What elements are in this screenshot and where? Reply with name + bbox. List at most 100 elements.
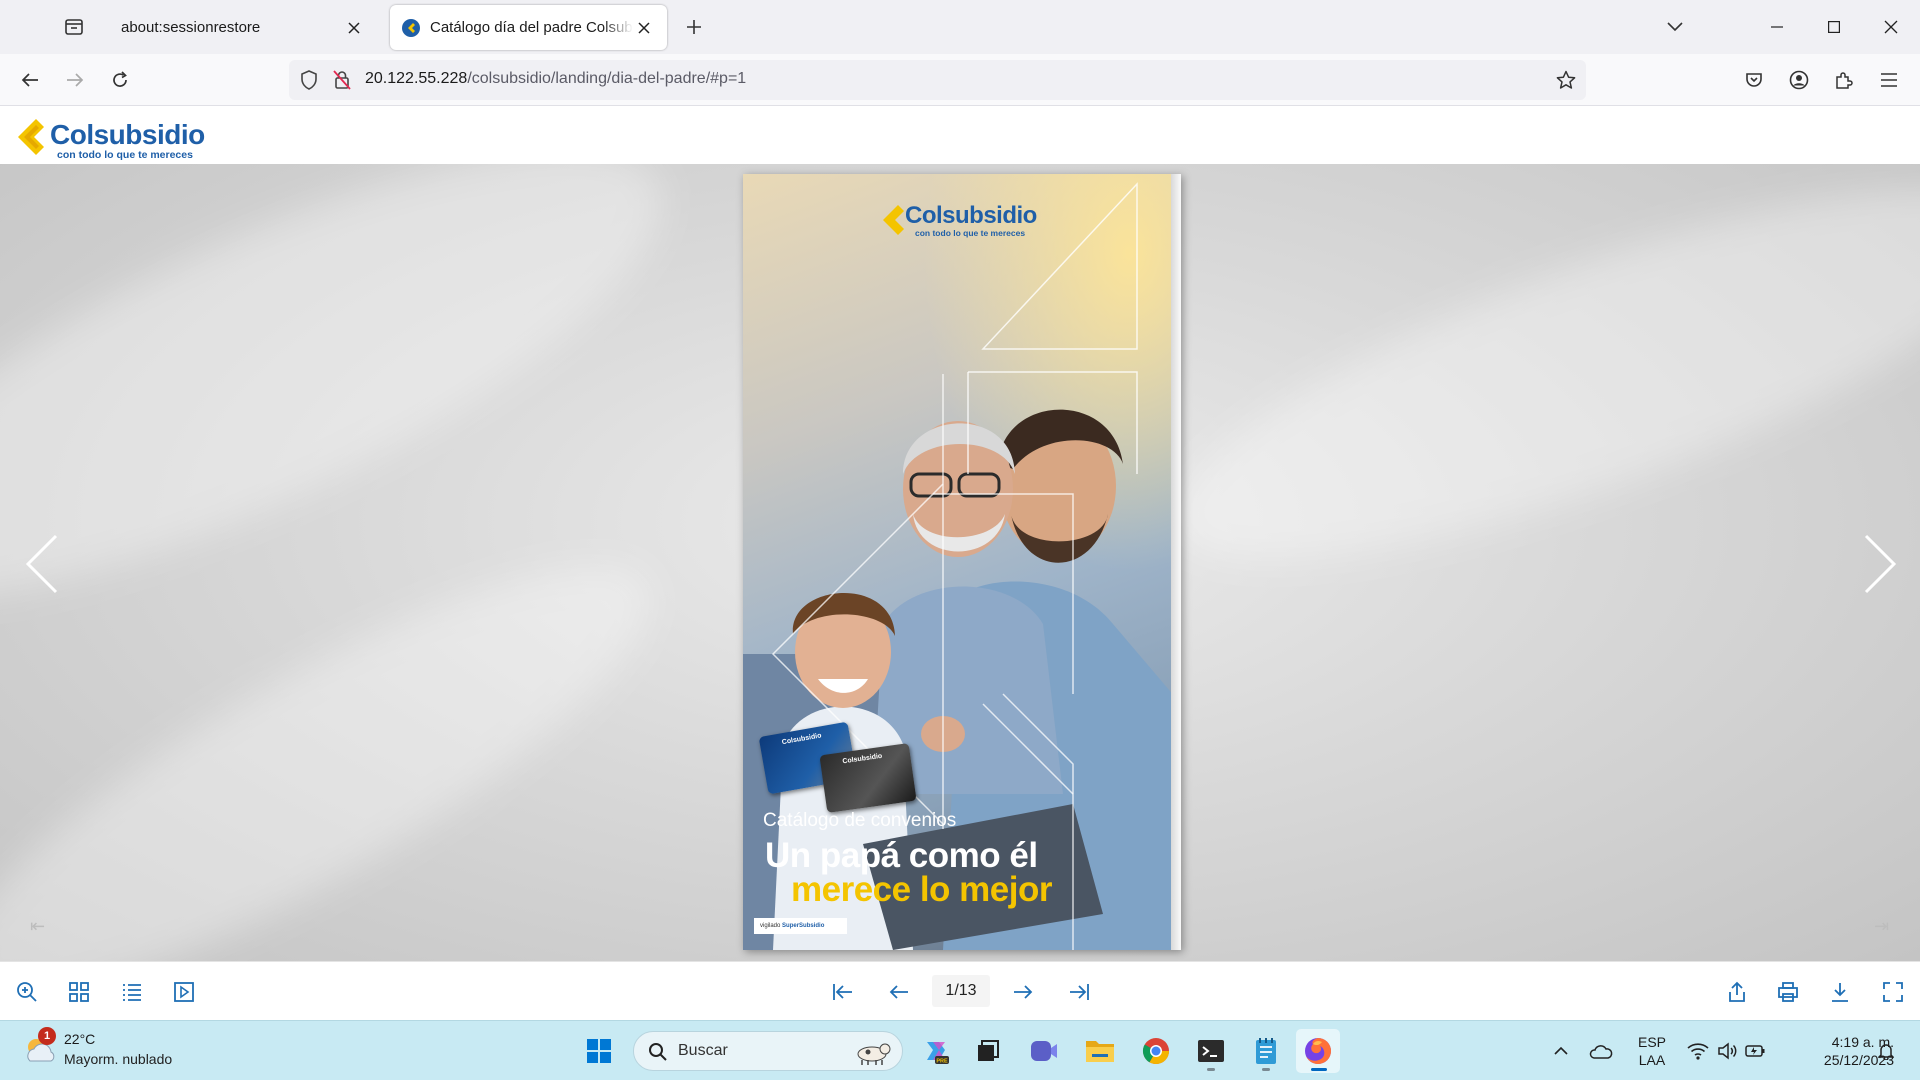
logo-tagline: con todo lo que te mereces	[57, 149, 193, 161]
next-page-button[interactable]	[1006, 975, 1040, 1009]
maximize-button[interactable]	[1806, 0, 1862, 54]
share-icon	[1729, 981, 1745, 1002]
keyboard-layout: LAA	[1638, 1052, 1666, 1068]
card-brand: Colsubsidio	[781, 732, 823, 747]
minimize-icon	[1771, 26, 1783, 28]
membership-cards: Colsubsidio Colsubsidio	[758, 721, 917, 819]
quick-settings-button[interactable]	[1684, 1021, 1768, 1081]
colsubsidio-logo-mark-icon	[18, 119, 44, 155]
plus-icon	[687, 20, 701, 34]
search-highlight-cow-icon	[857, 1043, 891, 1065]
notifications-button[interactable]	[1872, 1021, 1900, 1081]
account-button[interactable]	[1783, 64, 1815, 96]
shield-icon	[301, 70, 317, 90]
language-code: ESP	[1637, 1034, 1666, 1050]
notepad-icon	[1256, 1038, 1276, 1064]
menu-button[interactable]	[1873, 64, 1905, 96]
running-indicator	[1262, 1068, 1270, 1071]
next-page-arrow-icon[interactable]	[1860, 532, 1900, 596]
insecure-lock-icon[interactable]	[333, 70, 351, 90]
weather-alert-badge: 1	[38, 1027, 56, 1045]
url-bar[interactable]: 20.122.55.228/colsubsidio/landing/dia-de…	[289, 60, 1586, 100]
running-indicator	[1311, 1068, 1327, 1071]
tab-catalogo[interactable]: Catálogo día del padre Colsubsidio	[390, 5, 667, 50]
copilot-pre-app[interactable]: PRE	[914, 1029, 958, 1073]
autoplay-button[interactable]	[167, 975, 201, 1009]
volume-icon	[1718, 1042, 1737, 1060]
video-chat-icon	[1031, 1041, 1057, 1061]
tab-close-button[interactable]	[633, 17, 655, 39]
print-button[interactable]	[1771, 975, 1805, 1009]
close-icon	[638, 21, 650, 34]
terminal-app[interactable]	[1189, 1029, 1233, 1073]
input-language-indicator[interactable]: ESP LAA	[1630, 1033, 1674, 1069]
arrow-left-icon	[21, 73, 38, 87]
start-button[interactable]	[577, 1029, 621, 1073]
fullscreen-icon	[1883, 982, 1903, 1002]
notepad-app[interactable]	[1244, 1029, 1288, 1073]
previous-page-arrow-icon[interactable]	[22, 532, 62, 596]
task-view-app[interactable]	[966, 1029, 1010, 1073]
colsubsidio-logo[interactable]: Colsubsidio con todo lo que te mereces	[14, 115, 234, 161]
minimize-button[interactable]	[1749, 0, 1805, 54]
supersubsidio-vigilado-badge: vigilado SuperSubsidio	[754, 918, 847, 934]
catalog-subtitle: Catálogo de convenios	[763, 810, 957, 831]
weather-widget[interactable]: 1 22°C Mayorm. nublado	[22, 1027, 202, 1073]
teams-meet-app[interactable]	[1022, 1029, 1066, 1073]
page-edge	[1171, 174, 1181, 950]
list-all-tabs-button[interactable]	[1647, 0, 1703, 54]
chrome-app[interactable]	[1134, 1029, 1178, 1073]
forward-button[interactable]	[59, 64, 91, 96]
grid-icon	[69, 982, 89, 1002]
share-button[interactable]	[1720, 975, 1754, 1009]
table-of-contents-button[interactable]	[115, 975, 149, 1009]
tab-session-restore[interactable]: about:sessionrestore	[107, 5, 377, 50]
flipbook-viewer: ⇤ ⇥ Colsubsidio con todo lo que te merec…	[0, 164, 1920, 961]
bookmark-star-icon[interactable]	[1556, 70, 1576, 90]
cloud-icon	[1589, 1045, 1613, 1059]
file-explorer-app[interactable]	[1078, 1029, 1122, 1073]
zoom-in-icon	[17, 982, 37, 1002]
last-page-edge-icon[interactable]: ⇥	[1874, 916, 1889, 937]
page-indicator[interactable]: 1/13	[932, 975, 990, 1007]
close-window-button[interactable]	[1863, 0, 1919, 54]
zoom-in-button[interactable]	[10, 975, 44, 1009]
vigilado-brand: SuperSubsidio	[782, 923, 825, 929]
account-icon	[1789, 70, 1809, 90]
pocket-button[interactable]	[1738, 64, 1770, 96]
download-icon	[1832, 983, 1848, 1002]
close-icon	[1884, 20, 1898, 34]
first-page-button[interactable]	[826, 975, 860, 1009]
fullscreen-button[interactable]	[1876, 975, 1910, 1009]
last-page-button[interactable]	[1062, 975, 1096, 1009]
arrow-right-icon	[67, 73, 84, 87]
tab-title: Catálogo día del padre Colsubsidio	[430, 19, 633, 36]
thumbnails-button[interactable]	[62, 975, 96, 1009]
new-tab-button[interactable]	[680, 13, 708, 41]
first-page-edge-icon[interactable]: ⇤	[30, 916, 45, 937]
back-button[interactable]	[14, 64, 46, 96]
show-hidden-icons-button[interactable]	[1550, 1021, 1572, 1081]
download-button[interactable]	[1823, 975, 1857, 1009]
tab-close-button[interactable]	[343, 17, 365, 39]
firefox-app[interactable]	[1296, 1029, 1340, 1073]
catalog-page[interactable]: Colsubsidio con todo lo que te mereces C…	[743, 174, 1181, 950]
tab-list-icon	[65, 19, 83, 35]
taskbar-search[interactable]: Buscar	[633, 1031, 903, 1071]
url-host: 20.122.55.228	[365, 70, 468, 87]
card-brand: Colsubsidio	[842, 752, 883, 766]
tab-list-button[interactable]	[56, 11, 92, 43]
arrow-left-icon	[889, 985, 908, 999]
last-page-icon	[1070, 984, 1089, 1000]
catalog-logo-name: Colsubsidio	[905, 202, 1037, 229]
wifi-icon	[1687, 1043, 1709, 1060]
extensions-button[interactable]	[1828, 64, 1860, 96]
reload-icon	[113, 71, 127, 87]
reload-button[interactable]	[104, 64, 136, 96]
previous-page-button[interactable]	[882, 975, 916, 1009]
onedrive-tray-button[interactable]	[1588, 1021, 1614, 1081]
url-text[interactable]: 20.122.55.228/colsubsidio/landing/dia-de…	[365, 70, 746, 88]
bell-icon	[1878, 1044, 1894, 1060]
first-page-icon	[833, 984, 852, 1000]
chrome-icon	[1142, 1038, 1170, 1065]
